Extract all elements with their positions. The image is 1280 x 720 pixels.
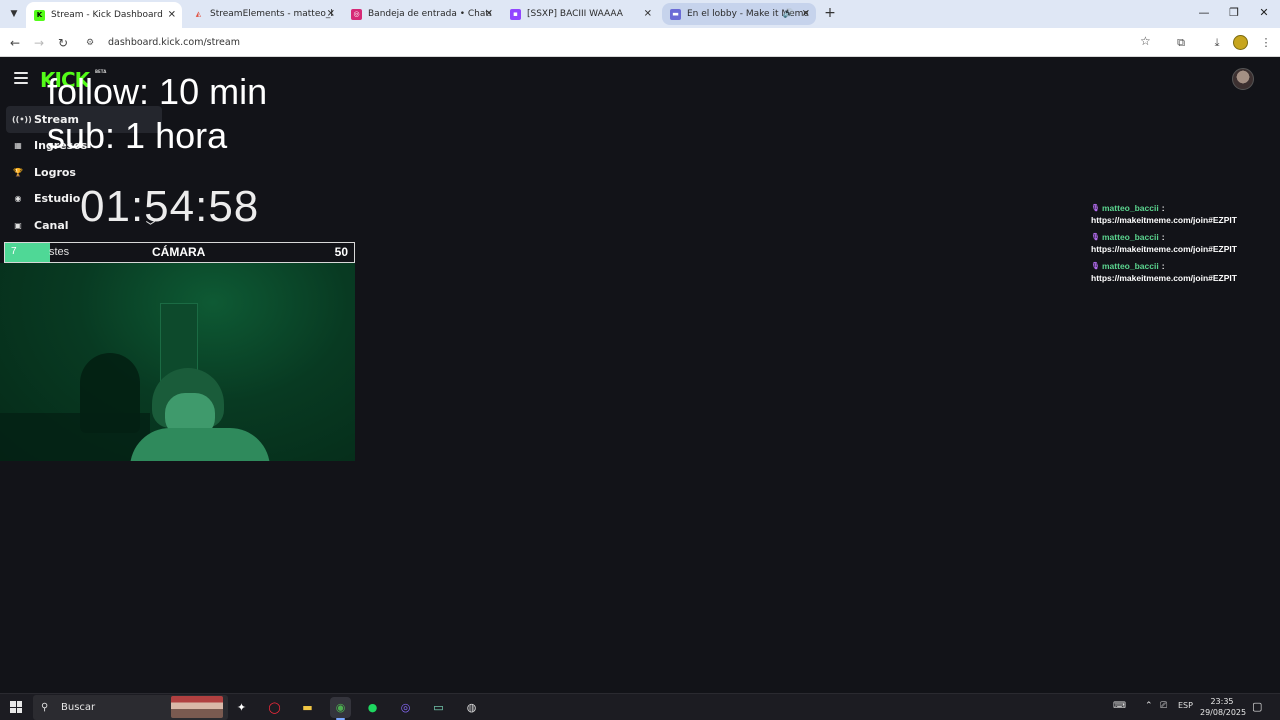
- forward-icon[interactable]: →: [30, 34, 48, 52]
- mic-badge-icon: 🎙: [1091, 263, 1100, 270]
- chat-colon: :: [1161, 232, 1165, 242]
- copilot-icon[interactable]: ✦: [231, 697, 252, 718]
- chat-overlay: 🎙 matteo_baccii: https://makeitmeme.com/j…: [1091, 202, 1271, 289]
- terminal-icon[interactable]: ▭: [428, 697, 449, 718]
- close-tab-icon[interactable]: ✕: [327, 9, 335, 20]
- chat-username: matteo_baccii: [1102, 203, 1159, 213]
- chat-username: matteo_baccii: [1102, 232, 1159, 242]
- close-tab-icon[interactable]: ✕: [802, 9, 810, 20]
- kick-favicon-icon: K: [34, 9, 45, 21]
- extensions-icon[interactable]: ⧉: [1172, 34, 1190, 52]
- opera-icon[interactable]: ◯: [264, 697, 285, 718]
- clock-time: 23:35: [1210, 697, 1234, 706]
- spotify-icon[interactable]: ●: [362, 697, 383, 718]
- bookmark-star-icon[interactable]: ☆: [1140, 34, 1151, 48]
- channel-icon: ▣: [14, 220, 22, 230]
- windows-taskbar: ⚲ Buscar ✦ ◯ ▬ ◉ ● ◎ ▭ ◍ ⌨ ⌃ ⎚ ESP 23:35…: [0, 693, 1280, 720]
- sidebar-item-label: Estudio: [34, 192, 81, 206]
- network-icon[interactable]: ⎚: [1160, 701, 1167, 711]
- menu-kebab-icon[interactable]: ⋮: [1257, 34, 1275, 52]
- chart-icon: ▦: [14, 141, 22, 151]
- camera-feed: [0, 263, 355, 461]
- tab-instagram-chats[interactable]: ◎ Bandeja de entrada • Chats ✕: [343, 3, 499, 25]
- search-icon: ⚲: [41, 702, 49, 713]
- browser-tab-strip: ▼ K Stream - Kick Dashboard ✕ ◭ StreamEl…: [0, 0, 1280, 28]
- restore-icon[interactable]: ❐: [1224, 4, 1244, 22]
- speaker-icon[interactable]: 🔊: [783, 9, 794, 19]
- instagram-favicon-icon: ◎: [351, 8, 362, 20]
- obs-icon[interactable]: ◎: [395, 697, 416, 718]
- chat-message: 🎙 matteo_baccii: https://makeitmeme.com/j…: [1091, 231, 1271, 256]
- profile-avatar-icon[interactable]: [1233, 35, 1248, 50]
- broadcast-icon: ((•)): [12, 114, 32, 124]
- hamburger-menu-icon[interactable]: [14, 72, 28, 84]
- clock-date: 29/08/2025: [1200, 708, 1247, 717]
- goal-current-value: 7: [11, 246, 17, 257]
- goal-label: stes: [49, 246, 70, 258]
- streamelements-favicon-icon: ◭: [195, 10, 202, 18]
- tab-title: [SSXP] BACIII WAAAA: [527, 9, 623, 19]
- goal-target-value: 50: [334, 245, 348, 259]
- chat-text: https://makeitmeme.com/join#EZPIT: [1091, 273, 1237, 283]
- file-explorer-icon[interactable]: ▬: [297, 697, 318, 718]
- camera-person-body: [130, 428, 270, 461]
- url-text: dashboard.kick.com/stream: [108, 37, 240, 48]
- chat-colon: :: [1161, 203, 1165, 213]
- new-tab-button[interactable]: +: [822, 5, 838, 21]
- tab-kick-dashboard[interactable]: K Stream - Kick Dashboard ✕: [26, 2, 182, 28]
- download-icon[interactable]: ⤓: [1208, 34, 1226, 52]
- app-icon[interactable]: ◍: [461, 697, 482, 718]
- user-avatar[interactable]: [1232, 68, 1254, 90]
- chat-message: 🎙 matteo_baccii: https://makeitmeme.com/j…: [1091, 202, 1271, 227]
- chat-colon: :: [1161, 261, 1165, 271]
- studio-icon: ◉: [14, 194, 22, 204]
- search-placeholder: Buscar: [61, 702, 96, 713]
- trophy-icon: 🏆: [13, 167, 23, 177]
- search-highlight-image[interactable]: [171, 696, 223, 718]
- address-bar[interactable]: ⚙ dashboard.kick.com/stream: [80, 32, 1165, 53]
- chat-username: matteo_baccii: [1102, 261, 1159, 271]
- goal-title: CÁMARA: [152, 245, 206, 259]
- overlay-sub-text: sub: 1 hora: [47, 115, 228, 156]
- goal-progress-bar: 7 stes CÁMARA 50: [4, 242, 355, 263]
- tab-search-chevron-icon[interactable]: ▼: [4, 4, 24, 24]
- tab-streamelements[interactable]: ◭ StreamElements - matteo_bacc ✕: [185, 3, 341, 25]
- minimize-icon[interactable]: —: [1194, 4, 1214, 22]
- site-settings-icon[interactable]: ⚙: [86, 38, 100, 48]
- tab-twitch-ssxp[interactable]: ▪ [SSXP] BACIII WAAAA ✕: [502, 3, 658, 25]
- tab-title: Bandeja de entrada • Chats: [368, 9, 491, 19]
- notifications-icon[interactable]: ▢: [1252, 700, 1262, 713]
- tab-make-it-meme[interactable]: ▬ En el lobby - Make it Meme 🔊 ✕: [662, 3, 816, 25]
- tab-title: StreamElements - matteo_bacc: [210, 9, 333, 19]
- chat-text: https://makeitmeme.com/join#EZPIT: [1091, 215, 1237, 225]
- back-icon[interactable]: ←: [6, 34, 24, 52]
- keyboard-layout-icon[interactable]: ⌨: [1113, 701, 1126, 711]
- close-tab-icon[interactable]: ✕: [168, 10, 176, 21]
- mic-badge-icon: 🎙: [1091, 234, 1100, 241]
- chrome-icon[interactable]: ◉: [330, 697, 351, 720]
- sidebar-item-label: Canal: [34, 218, 69, 232]
- close-tab-icon[interactable]: ✕: [485, 9, 493, 20]
- chat-message: 🎙 matteo_baccii: https://makeitmeme.com/j…: [1091, 260, 1271, 285]
- meme-favicon-icon: ▬: [670, 8, 681, 20]
- close-tab-icon[interactable]: ✕: [644, 9, 652, 20]
- mic-badge-icon: 🎙: [1091, 205, 1100, 212]
- language-indicator[interactable]: ESP: [1178, 701, 1193, 710]
- browser-toolbar: ← → ↻ ⚙ dashboard.kick.com/stream ☆ ⧉ ⤓ …: [0, 28, 1280, 57]
- chevron-up-icon[interactable]: ⌃: [1145, 701, 1153, 711]
- close-window-icon[interactable]: ✕: [1254, 4, 1274, 22]
- taskbar-clock[interactable]: 23:35 29/08/2025: [1200, 696, 1247, 718]
- chat-text: https://makeitmeme.com/join#EZPIT: [1091, 244, 1237, 254]
- countdown-timer: 01:54:58: [80, 182, 260, 231]
- reload-icon[interactable]: ↻: [54, 34, 72, 52]
- twitch-favicon-icon: ▪: [510, 8, 521, 20]
- kick-dashboard-page: KICK BETA ((•)) Stream ▦ Ingresos 🏆 Logr…: [0, 58, 1280, 693]
- windows-start-icon[interactable]: [10, 701, 22, 713]
- sidebar-item-label: Logros: [34, 165, 76, 179]
- camera-desk: [0, 413, 150, 461]
- tab-title: Stream - Kick Dashboard: [51, 10, 163, 20]
- overlay-follow-text: follow: 10 min: [47, 71, 268, 112]
